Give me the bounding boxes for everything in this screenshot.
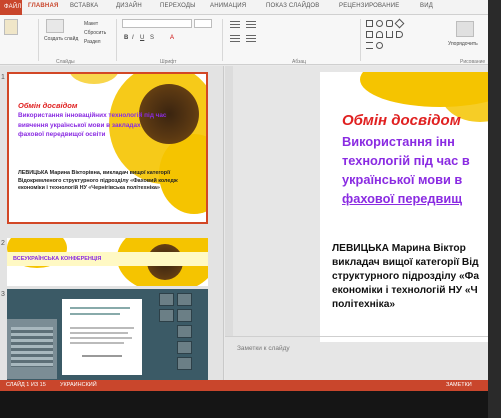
ribbon-separator: [222, 19, 223, 61]
tab-animation[interactable]: АНИМАЦИЯ: [210, 3, 246, 9]
participant-video: [177, 325, 192, 338]
notes-divider: [225, 336, 501, 337]
circle-shape-icon[interactable]: [376, 42, 383, 49]
ribbon-separator: [38, 19, 39, 61]
slide-thumbnail-2[interactable]: ВСЕУКРАЇНСЬКА КОНФЕРЕНЦІЯ: [7, 238, 208, 286]
thumbnail-number: 1: [1, 74, 5, 81]
font-name-box[interactable]: [122, 19, 192, 28]
align-center-icon[interactable]: [246, 35, 256, 43]
tab-insert[interactable]: ВСТАВКА: [70, 3, 98, 9]
building-windows: [11, 327, 53, 367]
slide-subtitle[interactable]: Використання інн технологій під час в ук…: [342, 132, 501, 208]
current-slide[interactable]: Обмін досвідом Використання інн технолог…: [320, 72, 501, 342]
font-size-box[interactable]: [194, 19, 212, 28]
bold-icon[interactable]: B: [124, 35, 128, 41]
slide-counter: СЛАЙД 1 ИЗ 15: [6, 382, 46, 388]
arrange-button[interactable]: Упорядочить: [448, 41, 478, 47]
slide-thumbnail-3[interactable]: [7, 289, 208, 382]
thumbnail-number: 2: [1, 240, 5, 247]
notes-toggle-button[interactable]: ЗАМЕТКИ: [446, 382, 472, 388]
tab-review[interactable]: РЕЦЕНЗИРОВАНИЕ: [339, 3, 400, 9]
tab-transitions[interactable]: ПЕРЕХОДЫ: [160, 3, 196, 9]
thumbnail-number: 3: [1, 291, 5, 298]
strikethrough-icon[interactable]: S: [150, 35, 154, 41]
tab-file[interactable]: ФАЙЛ: [0, 0, 22, 15]
thumbnail-subtitle: Використання інноваційних технологій під…: [18, 112, 167, 138]
screen-bottom-edge: [0, 391, 501, 418]
participant-video: [159, 309, 174, 322]
slide-author[interactable]: ЛЕВИЦЬКА Марина Віктор викладач вищої ка…: [332, 242, 479, 312]
participant-video: [177, 341, 192, 354]
arc-shape-icon[interactable]: [376, 31, 383, 38]
slide-thumbnails-pane: 1 Обмін досвідом Використання інноваційн…: [0, 66, 224, 382]
line-shape-icon[interactable]: [366, 42, 373, 49]
notes-field[interactable]: Заметки к слайду: [237, 345, 290, 352]
participant-video: [159, 293, 174, 306]
numbering-icon[interactable]: [246, 21, 256, 29]
status-bar: СЛАЙД 1 ИЗ 15 УКРАИНСКИЙ ЗАМЕТКИ: [0, 380, 501, 391]
participant-video: [177, 293, 192, 306]
sunflower-petals: [69, 74, 119, 84]
oval-shape-icon[interactable]: [376, 20, 383, 27]
ribbon-separator: [116, 19, 117, 61]
group-drawing-label: Рисование: [460, 59, 486, 65]
conference-banner: ВСЕУКРАЇНСЬКА КОНФЕРЕНЦІЯ: [13, 256, 102, 262]
italic-icon[interactable]: I: [132, 35, 134, 41]
participant-video: [177, 357, 192, 370]
ribbon-tabs: ФАЙЛ ГЛАВНАЯ ВСТАВКА ДИЗАЙН ПЕРЕХОДЫ АНИ…: [0, 0, 501, 15]
group-slides-label: Слайды: [56, 59, 75, 65]
textbox-shape-icon[interactable]: [366, 31, 373, 38]
powerpoint-window: ФАЙЛ ГЛАВНАЯ ВСТАВКА ДИЗАЙН ПЕРЕХОДЫ АНИ…: [0, 0, 501, 418]
conference-document: [62, 299, 142, 375]
new-slide-icon[interactable]: [46, 19, 64, 33]
reset-button[interactable]: Сбросить: [84, 30, 106, 36]
layout-button[interactable]: Макет: [84, 21, 98, 27]
tab-home[interactable]: ГЛАВНАЯ: [28, 3, 59, 9]
slide-thumbnail-1[interactable]: Обмін досвідом Використання інноваційних…: [7, 72, 208, 224]
thumbnail-title: Обмін досвідом: [18, 101, 78, 110]
tab-design[interactable]: ДИЗАЙН: [116, 3, 142, 9]
tab-view[interactable]: ВИД: [420, 3, 433, 9]
video-overlay-edge: [488, 0, 501, 418]
section-button[interactable]: Раздел: [84, 39, 101, 45]
paste-icon[interactable]: [4, 19, 18, 35]
bullets-icon[interactable]: [230, 21, 240, 29]
slide-title[interactable]: Обмін досвідом: [342, 112, 461, 129]
align-left-icon[interactable]: [230, 35, 240, 43]
bracket-shape-icon[interactable]: [386, 31, 393, 38]
arrow-shape-icon[interactable]: [396, 31, 403, 38]
thumbnail-author: ЛЕВИЦЬКА Марина Вікторівна, викладач вищ…: [18, 170, 178, 191]
underline-icon[interactable]: U: [140, 35, 144, 41]
participant-video: [177, 309, 192, 322]
group-font-label: Шрифт: [160, 59, 177, 65]
pane-splitter[interactable]: [225, 66, 233, 336]
create-slide-button[interactable]: Создать слайд: [44, 36, 78, 42]
font-color-icon[interactable]: A: [170, 35, 174, 41]
ribbon-separator: [360, 19, 361, 61]
arrange-icon[interactable]: [456, 21, 474, 37]
tab-slideshow[interactable]: ПОКАЗ СЛАЙДОВ: [266, 3, 319, 9]
language-indicator[interactable]: УКРАИНСКИЙ: [60, 382, 97, 388]
slide-editor: Обмін досвідом Використання інн технолог…: [225, 66, 501, 380]
diamond-shape-icon[interactable]: [394, 18, 405, 29]
rounded-rect-shape-icon[interactable]: [386, 20, 393, 27]
ribbon-home: Создать слайд Макет Сбросить Раздел Слай…: [0, 15, 501, 65]
rectangle-shape-icon[interactable]: [366, 20, 373, 27]
group-paragraph-label: Абзац: [292, 59, 307, 65]
